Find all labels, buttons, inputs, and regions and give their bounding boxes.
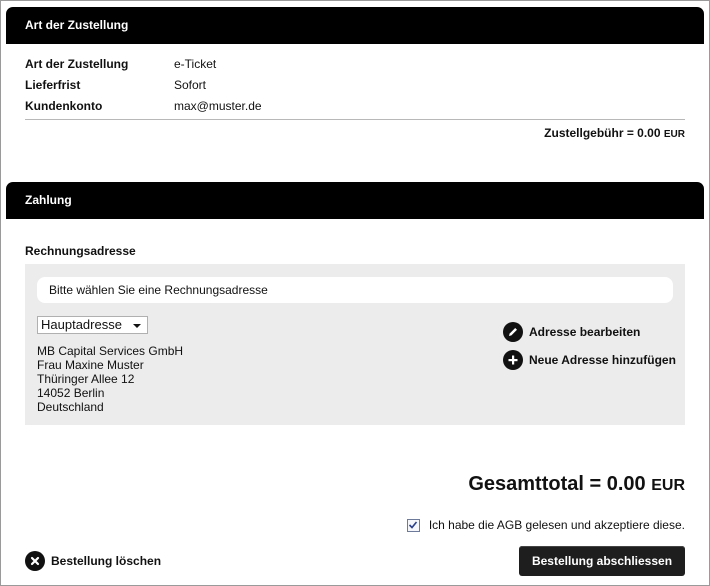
delivery-fee-currency: EUR (663, 129, 685, 140)
delivery-fee: Zustellgebühr = 0.00 EUR (544, 126, 685, 140)
address-select[interactable]: Hauptadresse (37, 316, 148, 334)
agb-consent: Ich habe die AGB gelesen und akzeptiere … (406, 518, 685, 532)
address-select-value: Hauptadresse (41, 317, 122, 332)
chevron-down-icon (133, 324, 141, 328)
billing-address-panel: Bitte wählen Sie eine Rechnungsadresse H… (25, 264, 685, 425)
delete-order-button[interactable]: Bestellung löschen (25, 551, 161, 571)
grand-total: Gesamttotal = 0.00 EUR (468, 473, 685, 496)
delivery-time-label: Lieferfrist (25, 78, 81, 92)
delivery-section-title: Art der Zustellung (25, 18, 129, 32)
delivery-section-header: Art der Zustellung (6, 7, 704, 44)
agb-label: Ich habe die AGB gelesen und akzeptiere … (428, 518, 685, 532)
checkmark-icon (409, 521, 418, 529)
pencil-icon (503, 322, 523, 342)
billing-address-title: Rechnungsadresse (25, 244, 136, 258)
delivery-time-value: Sofort (174, 78, 207, 92)
delete-order-label: Bestellung löschen (51, 554, 162, 568)
plus-icon (503, 350, 523, 370)
grand-total-text: Gesamttotal = 0.00 (468, 473, 646, 495)
order-page: Art der Zustellung Art der Zustellung e-… (0, 0, 710, 586)
delivery-type-value: e-Ticket (174, 57, 217, 71)
customer-account-label: Kundenkonto (25, 99, 103, 113)
address-line-name: Frau Maxine Muster (37, 358, 144, 372)
add-address-button[interactable]: Neue Adresse hinzufügen (503, 350, 676, 370)
address-details: MB Capital Services GmbH Frau Maxine Mus… (37, 344, 183, 414)
delivery-type-label: Art der Zustellung (25, 57, 129, 71)
billing-address-prompt: Bitte wählen Sie eine Rechnungsadresse (37, 277, 673, 303)
delivery-fee-text: Zustellgebühr = 0.00 (544, 126, 661, 140)
payment-section-title: Zahlung (25, 193, 72, 207)
address-line-company: MB Capital Services GmbH (37, 344, 184, 358)
edit-address-button[interactable]: Adresse bearbeiten (503, 322, 640, 342)
delivery-divider (25, 119, 685, 120)
customer-account-value: max@muster.de (174, 99, 262, 113)
complete-order-button[interactable]: Bestellung abschliessen (519, 546, 685, 576)
grand-total-currency: EUR (651, 477, 685, 494)
edit-address-label: Adresse bearbeiten (529, 325, 641, 339)
address-line-street: Thüringer Allee 12 (37, 372, 135, 386)
agb-checkbox[interactable] (406, 518, 420, 532)
payment-section-header: Zahlung (6, 182, 704, 219)
close-icon (25, 551, 45, 571)
add-address-label: Neue Adresse hinzufügen (529, 353, 676, 367)
address-line-city: 14052 Berlin (37, 386, 105, 400)
address-line-country: Deutschland (37, 400, 104, 414)
